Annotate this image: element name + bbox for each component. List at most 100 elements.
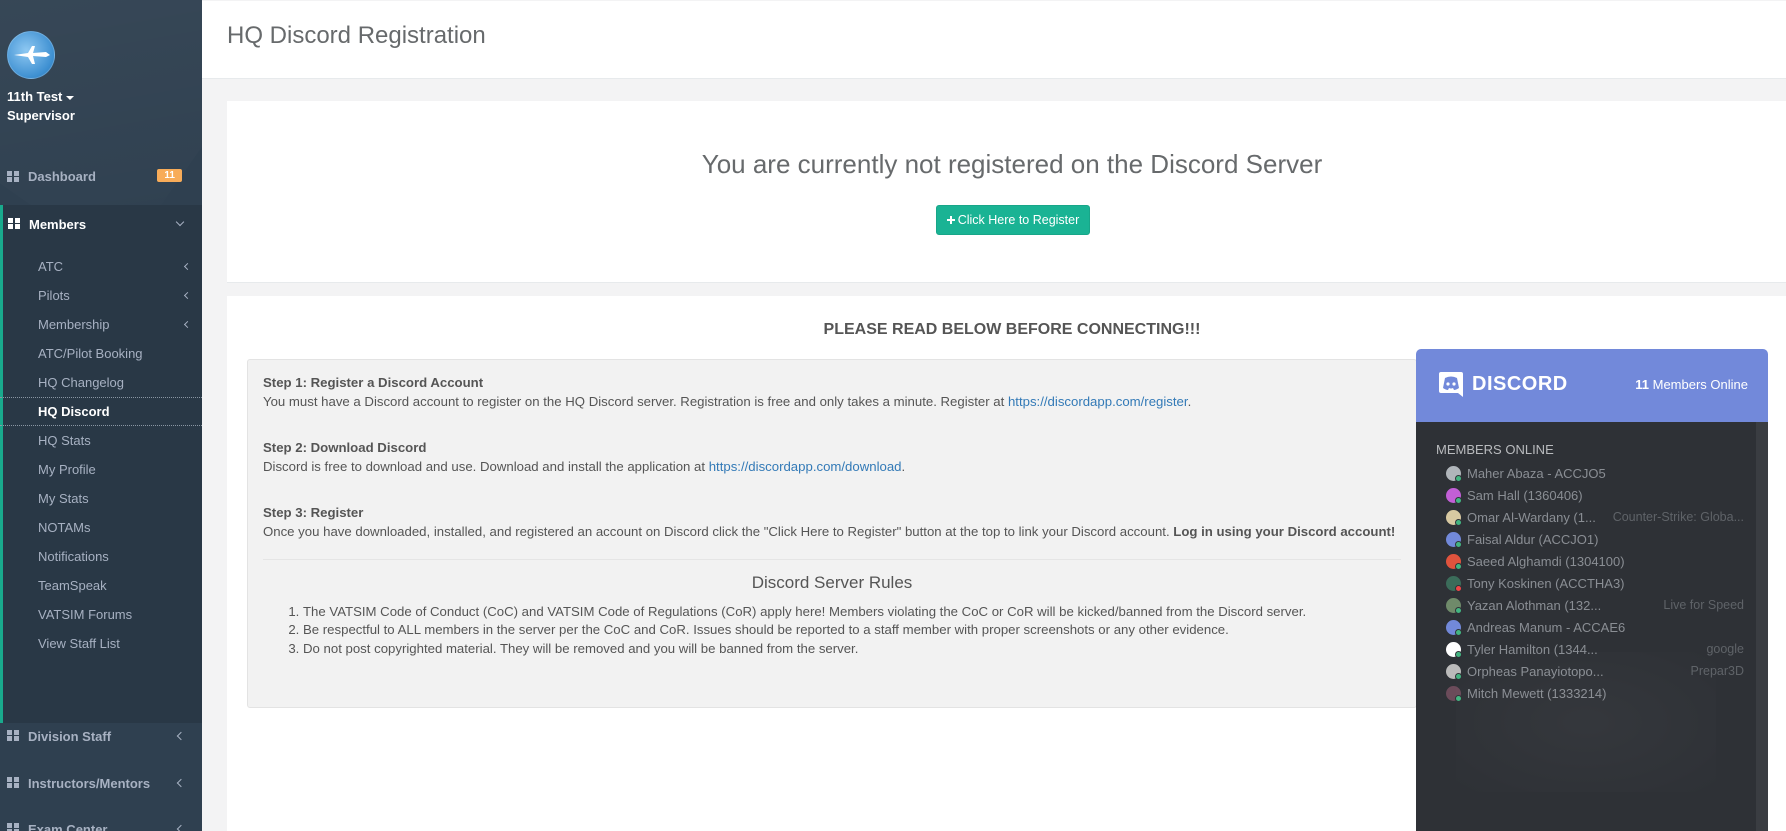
discord-member[interactable]: Sam Hall (1360406) [1436, 484, 1756, 506]
member-name: Tyler Hamilton (1344... [1467, 641, 1598, 657]
member-name: Tony Koskinen (ACCTHA3) [1467, 575, 1625, 591]
nav-dashboard-label: Dashboard [28, 169, 96, 184]
chevron-left-icon [176, 731, 186, 741]
member-name: Maher Abaza - ACCJO5 [1467, 465, 1606, 481]
sidebar-item-label: HQ Stats [38, 433, 91, 448]
discord-brand: DISCORD [1472, 372, 1568, 395]
divider [263, 559, 1401, 560]
discord-member[interactable]: Orpheas Panayiotopo... Prepar3D [1436, 660, 1756, 682]
rule-item: Be respectful to ALL members in the serv… [303, 621, 1401, 640]
profile-menu-toggle[interactable]: 11th Test [7, 87, 202, 106]
dashboard-badge: 11 [157, 169, 182, 182]
sidebar-item-view-staff-list[interactable]: View Staff List [3, 629, 202, 658]
avatar[interactable] [7, 31, 55, 79]
sidebar-item-notams[interactable]: NOTAMs [3, 513, 202, 542]
profile-name: 11th Test [7, 89, 63, 104]
sidebar-item-label: My Stats [38, 491, 89, 506]
sidebar-item-booking[interactable]: ATC/Pilot Booking [3, 339, 202, 368]
discord-widget: DISCORD 11 Members Online MEMBERS ONLINE… [1416, 349, 1768, 831]
nav-dashboard[interactable]: Dashboard 11 [0, 160, 202, 193]
airplane-icon [14, 46, 50, 64]
discord-member[interactable]: Tony Koskinen (ACCTHA3) [1436, 572, 1756, 594]
widget-scrollbar[interactable] [1756, 422, 1768, 831]
member-name: Mitch Mewett (1333214) [1467, 685, 1607, 701]
sidebar-item-teamspeak[interactable]: TeamSpeak [3, 571, 202, 600]
sidebar-item-membership[interactable]: Membership [3, 310, 202, 339]
member-avatar [1446, 619, 1462, 636]
online-count-value: 11 [1635, 377, 1649, 392]
step-2-text: Discord is free to download and use. Dow… [263, 458, 709, 474]
online-count: 11 Members Online [1635, 377, 1748, 392]
nav-exam-center[interactable]: Exam Center [0, 811, 202, 831]
member-avatar [1446, 575, 1462, 592]
step-3-bold: Log in using your Discord account! [1173, 523, 1396, 539]
chevron-left-icon [176, 824, 186, 831]
member-name: Sam Hall (1360406) [1467, 487, 1583, 503]
nav-members[interactable]: Members [3, 205, 202, 243]
discord-member[interactable]: Maher Abaza - ACCJO5 [1436, 462, 1756, 484]
member-name: Faisal Aldur (ACCJO1) [1467, 531, 1599, 547]
sidebar-item-vatsim-forums[interactable]: VATSIM Forums [3, 600, 202, 629]
chevron-down-icon [175, 217, 185, 227]
plus-icon [946, 216, 955, 224]
step-1: Step 1: Register a Discord Account You m… [263, 375, 1192, 409]
discord-member[interactable]: Andreas Manum - ACCAE6 [1436, 616, 1756, 638]
discord-member[interactable]: Tyler Hamilton (1344... google [1436, 638, 1756, 660]
discord-member[interactable]: Saeed Alghamdi (1304100) [1436, 550, 1756, 572]
sidebar-item-my-profile[interactable]: My Profile [3, 455, 202, 484]
discord-member[interactable]: Faisal Aldur (ACCJO1) [1436, 528, 1756, 550]
sidebar-item-my-stats[interactable]: My Stats [3, 484, 202, 513]
chevron-left-icon [176, 778, 186, 788]
sidebar-item-hq-discord[interactable]: HQ Discord [0, 397, 202, 426]
download-link[interactable]: https://discordapp.com/download [709, 459, 902, 474]
member-avatar [1446, 531, 1462, 548]
sidebar-item-label: Membership [38, 317, 110, 332]
register-button[interactable]: Click Here to Register [936, 205, 1090, 235]
member-name: Orpheas Panayiotopo... [1467, 663, 1604, 679]
sidebar-item-notifications[interactable]: Notifications [3, 542, 202, 571]
discord-member[interactable]: Mitch Mewett (1333214) [1436, 682, 1756, 704]
member-list: Maher Abaza - ACCJO5 Sam Hall (1360406) Om… [1436, 462, 1756, 704]
instructions-title: PLEASE READ BELOW BEFORE CONNECTING!!! [823, 321, 1201, 338]
sidebar: 11th Test Supervisor Dashboard 11 Member… [0, 0, 202, 831]
nav-members-section: Members ATC Pilots Membership ATC/Pilot … [0, 205, 202, 723]
registration-status-panel: You are currently not registered on the … [227, 101, 1786, 283]
registration-status-message: You are currently not registered on the … [701, 149, 1323, 179]
member-game: google [1706, 642, 1744, 656]
discord-member[interactable]: Omar Al-Wardany (1... Counter-Strike: Glo… [1436, 506, 1756, 528]
member-avatar [1446, 487, 1462, 504]
sidebar-item-pilots[interactable]: Pilots [3, 281, 202, 310]
nav-division-staff-label: Division Staff [28, 728, 112, 744]
sidebar-item-atc[interactable]: ATC [3, 252, 202, 281]
sidebar-item-label: Notifications [38, 549, 109, 564]
rule-item: Do not post copyrighted material. They w… [303, 640, 1401, 659]
page-title: HQ Discord Registration [227, 22, 486, 49]
member-avatar [1446, 509, 1462, 526]
sidebar-item-hq-changelog[interactable]: HQ Changelog [3, 368, 202, 397]
sidebar-item-label: Pilots [38, 288, 70, 303]
exam-center-icon [7, 823, 20, 831]
nav-division-staff[interactable]: Division Staff [0, 718, 202, 754]
discord-logo[interactable]: DISCORD [1436, 369, 1568, 399]
step-3-text: Once you have downloaded, installed, and… [263, 523, 1174, 539]
step-3-title: Step 3: Register [263, 505, 364, 520]
discord-member[interactable]: Yazan Alothman (132... Live for Speed [1436, 594, 1756, 616]
nav-instructors-label: Instructors/Mentors [28, 775, 151, 791]
sidebar-item-label: VATSIM Forums [38, 607, 133, 622]
members-icon [8, 218, 21, 230]
nav-instructors[interactable]: Instructors/Mentors [0, 765, 202, 801]
step-2-title: Step 2: Download Discord [263, 440, 427, 455]
member-game: Live for Speed [1663, 598, 1744, 612]
register-link[interactable]: https://discordapp.com/register [1008, 394, 1188, 409]
sidebar-item-label: ATC/Pilot Booking [38, 346, 143, 361]
member-avatar [1446, 641, 1462, 658]
members-online-title: MEMBERS ONLINE [1436, 442, 1554, 457]
profile-role: Supervisor [7, 108, 75, 123]
rules-list: The VATSIM Code of Conduct (CoC) and VAT… [263, 603, 1401, 659]
member-avatar [1446, 685, 1462, 702]
profile-block: 11th Test Supervisor [0, 0, 202, 152]
sidebar-item-hq-stats[interactable]: HQ Stats [3, 426, 202, 455]
member-name: Omar Al-Wardany (1... [1467, 509, 1596, 525]
division-staff-icon [7, 730, 20, 742]
sidebar-item-label: HQ Discord [38, 404, 110, 419]
